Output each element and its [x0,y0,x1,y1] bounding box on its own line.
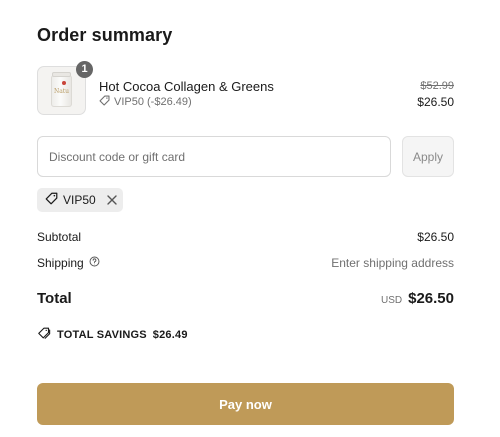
tags-icon [37,327,51,342]
total-label: Total [37,290,72,307]
discount-code-input[interactable] [37,136,391,177]
shipping-row: Shipping Enter shipping address [37,256,454,270]
total-savings-label: TOTAL SAVINGS [57,328,147,341]
remove-discount-close-icon[interactable] [107,195,117,205]
help-icon[interactable] [89,256,100,270]
order-summary-title: Order summary [37,25,173,45]
apply-button[interactable]: Apply [402,136,454,177]
currency-code: USD [380,295,403,306]
total-amount-group: USD $26.50 [381,290,454,307]
tag-icon [45,192,58,208]
product-discount-label: VIP50 (-$26.49) [114,96,192,108]
applied-code-label: VIP50 [63,193,96,207]
total-value: $26.50 [408,290,454,307]
shipping-label: Shipping [37,256,84,270]
shipping-value: Enter shipping address [331,256,454,270]
applied-discount-chip: VIP50 [37,188,123,212]
subtotal-label: Subtotal [37,230,82,244]
quantity-badge: 1 [76,61,93,78]
product-discount: VIP50 (-$26.49) [99,95,192,109]
total-savings: TOTAL SAVINGS $26.49 [37,327,188,342]
pay-now-button[interactable]: Pay now [37,383,454,425]
original-price: $52.99 [420,80,454,92]
product-name: Hot Cocoa Collagen & Greens [99,79,274,94]
subtotal-value: $26.50 [417,230,454,244]
tag-icon [99,95,110,109]
product-jar-icon: Natu [51,72,72,107]
subtotal-row: Subtotal $26.50 [37,230,454,244]
discounted-price: $26.50 [417,95,454,109]
total-savings-value: $26.49 [152,328,188,341]
